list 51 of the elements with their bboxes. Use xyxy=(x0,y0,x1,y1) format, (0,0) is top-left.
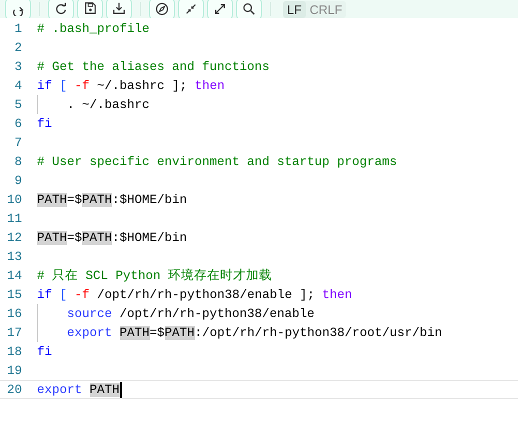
code-line: if [ -f ~/.bashrc ]; then xyxy=(37,78,225,94)
line-number: 3 xyxy=(13,60,22,74)
line-number: 1 xyxy=(13,22,22,36)
code-line: if [ -f /opt/rh/rh-python38/enable ]; then xyxy=(37,286,352,304)
save-button[interactable] xyxy=(77,0,103,18)
line-number: 20 xyxy=(6,382,22,396)
code-line: export PATH xyxy=(37,382,120,398)
collapse-icon xyxy=(184,2,198,16)
search-icon xyxy=(242,2,256,16)
line-number: 14 xyxy=(6,268,22,282)
line-number: 5 xyxy=(13,98,22,112)
line-number: 10 xyxy=(6,192,22,206)
code-line: fi xyxy=(37,116,52,132)
expand-icon xyxy=(213,2,227,16)
line-number: 11 xyxy=(6,212,22,226)
code-line: PATH=$PATH:$HOME/bin xyxy=(37,192,188,208)
text-cursor xyxy=(120,382,122,398)
refresh-button[interactable] xyxy=(48,0,74,18)
compass-button[interactable] xyxy=(149,0,175,18)
expand-button[interactable] xyxy=(207,0,233,18)
code-line: # .bash_profile xyxy=(37,20,150,38)
download-icon xyxy=(112,2,126,16)
line-number: 2 xyxy=(13,40,22,54)
code-line: PATH=$PATH:$HOME/bin xyxy=(37,230,188,246)
code-line: # User specific environment and startup programs xyxy=(37,154,398,170)
line-number: 8 xyxy=(13,154,22,168)
line-number: 13 xyxy=(6,250,22,264)
line-number: 4 xyxy=(13,78,22,92)
collapse-button[interactable] xyxy=(178,0,204,18)
line-number: 6 xyxy=(13,116,22,130)
line-number: 9 xyxy=(13,174,22,188)
refresh-icon xyxy=(54,2,68,16)
line-number: 7 xyxy=(13,136,22,150)
line-ending-option[interactable]: LF xyxy=(283,1,306,18)
line-number: 17 xyxy=(6,326,22,340)
line-number: 16 xyxy=(6,306,22,320)
line-number: 19 xyxy=(6,364,22,378)
download-button[interactable] xyxy=(106,0,132,18)
redo-button[interactable] xyxy=(5,0,31,18)
line-number: 15 xyxy=(6,288,22,302)
line-number: 18 xyxy=(6,344,22,358)
code-line: export PATH=$PATH:/opt/rh/rh-python38/root/usr/bin xyxy=(67,324,442,342)
code-line: # Get the aliases and functions xyxy=(37,58,270,76)
save-icon xyxy=(83,2,97,16)
compass-icon xyxy=(155,2,169,16)
code-line: fi xyxy=(37,344,52,360)
code-line: # 只在 SCL Python 环境存在时才加载 xyxy=(37,268,272,285)
line-number: 12 xyxy=(6,230,22,244)
code-line: . ~/.bashrc xyxy=(67,96,150,114)
code-line: source /opt/rh/rh-python38/enable xyxy=(67,306,315,322)
search-button[interactable] xyxy=(236,0,262,18)
